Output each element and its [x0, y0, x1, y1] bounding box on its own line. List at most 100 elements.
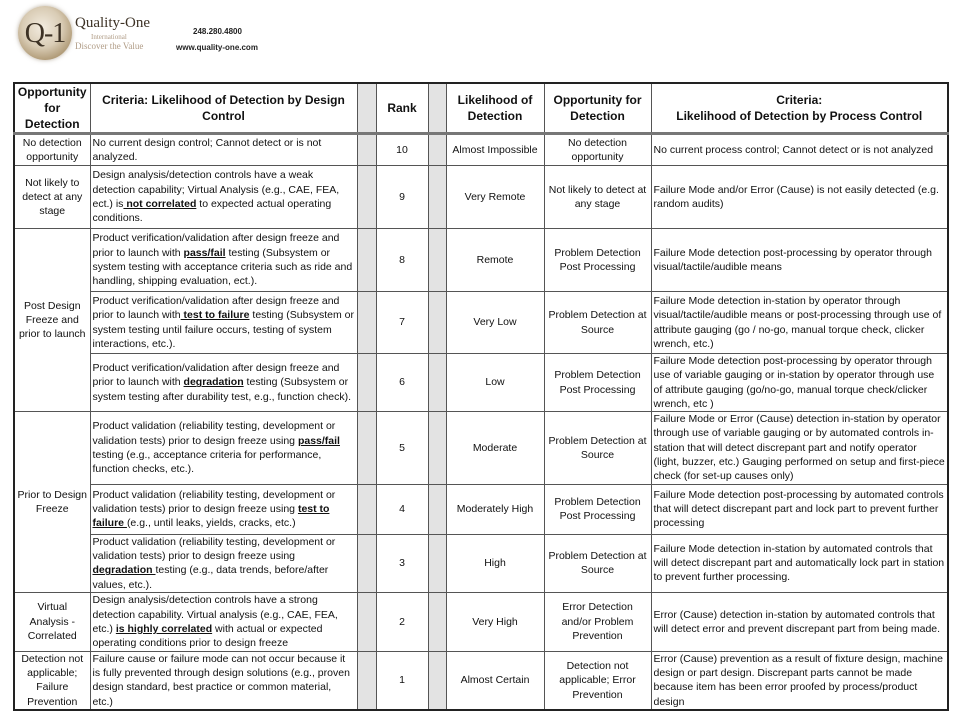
criteria-process-cell: Failure Mode or Error (Cause) detection …	[650, 411, 949, 485]
criteria-process-cell: Error (Cause) detection in-station by au…	[650, 591, 949, 652]
opportunity-process-cell: Problem Detection Post Processing	[543, 228, 652, 292]
criteria-process-line2: Likelihood of Detection by Process Contr…	[676, 109, 923, 123]
criteria-design-cell: Product verification/validation after de…	[89, 352, 358, 413]
gray-spacer	[356, 165, 377, 229]
criteria-process-cell: Failure Mode detection post-processing b…	[650, 228, 949, 292]
gray-spacer	[427, 291, 447, 354]
rank-cell: 4	[375, 483, 429, 535]
table-row: No detection opportunity No current desi…	[13, 133, 949, 166]
opportunity-design-cell: Post Design Freeze and prior to launch	[13, 227, 91, 413]
gray-spacer	[427, 228, 447, 292]
opportunity-process-cell: Problem Detection Post Processing	[543, 352, 652, 413]
rank-cell: 2	[375, 591, 429, 652]
criteria-text: Product validation (reliability testing,…	[92, 535, 336, 562]
criteria-design-cell: Product verification/validation after de…	[89, 291, 358, 354]
criteria-design-cell: Product validation (reliability testing,…	[89, 533, 358, 593]
criteria-design-cell: Product validation (reliability testing,…	[89, 411, 358, 485]
likelihood-cell: Very High	[445, 591, 545, 652]
likelihood-cell: Low	[445, 352, 545, 413]
criteria-keyword: degradation	[183, 376, 244, 389]
criteria-design-cell: Product verification/validation after de…	[89, 228, 358, 292]
gray-spacer	[356, 82, 377, 135]
gray-spacer	[427, 352, 447, 413]
rank-cell: 1	[375, 650, 429, 711]
criteria-text: testing (e.g., acceptance criteria for p…	[92, 448, 322, 476]
likelihood-cell: High	[445, 533, 545, 593]
rank-cell: 3	[375, 533, 429, 593]
company-logo: Q-1 Quality-One International Discover t…	[18, 6, 258, 62]
opportunity-design-cell: Not likely to detect at any stage	[13, 165, 91, 229]
gray-spacer	[356, 533, 377, 593]
gray-spacer	[356, 228, 377, 292]
likelihood-cell: Almost Certain	[445, 650, 545, 711]
col-header-criteria-process: Criteria: Likelihood of Detection by Pro…	[650, 82, 949, 135]
opportunity-design-cell: Detection not applicable; Failure Preven…	[13, 650, 91, 711]
rank-cell: 5	[375, 411, 429, 485]
criteria-keyword: is highly correlated	[115, 622, 213, 635]
rank-cell: 9	[375, 165, 429, 229]
gray-spacer	[427, 165, 447, 229]
criteria-process-cell: Failure Mode detection in-station by ope…	[650, 291, 949, 354]
gray-spacer	[427, 533, 447, 593]
col-header-opportunity-process: Opportunity for Detection	[543, 82, 652, 135]
criteria-keyword: pass/fail	[183, 246, 226, 259]
col-header-likelihood: Likelihood of Detection	[445, 82, 545, 135]
criteria-design-cell: No current design control; Cannot detect…	[89, 133, 358, 166]
table-header-row: Opportunity for Detection Criteria: Like…	[13, 82, 949, 135]
brand-name: Quality-One	[75, 15, 150, 31]
gray-spacer	[356, 591, 377, 652]
criteria-design-cell: Design analysis/detection controls have …	[89, 165, 358, 229]
opportunity-process-cell: Problem Detection Post Processing	[543, 483, 652, 535]
gray-spacer	[427, 133, 447, 166]
criteria-text: No current design control; Cannot detect…	[92, 136, 322, 163]
gray-spacer	[427, 82, 447, 135]
detection-ranking-table: Opportunity for Detection Criteria: Like…	[13, 82, 949, 712]
brand-subtitle: International	[91, 33, 127, 41]
criteria-process-cell: Failure Mode and/or Error (Cause) is not…	[650, 165, 949, 229]
table-row: Product validation (reliability testing,…	[14, 483, 949, 535]
logo-mark: Q-1	[24, 18, 67, 49]
contact-website[interactable]: www.quality-one.com	[176, 43, 258, 52]
table-row: Virtual Analysis - Correlated Design ana…	[13, 591, 949, 652]
opportunity-design-cell: Prior to Design Freeze	[13, 411, 91, 593]
criteria-process-cell: Failure Mode detection post-processing b…	[650, 483, 949, 535]
criteria-design-cell: Design analysis/detection controls have …	[89, 591, 358, 652]
likelihood-cell: Very Remote	[445, 165, 545, 229]
opportunity-process-cell: Problem Detection at Source	[543, 533, 652, 593]
likelihood-cell: Remote	[445, 228, 545, 292]
gray-spacer	[427, 483, 447, 535]
col-header-rank: Rank	[375, 82, 429, 135]
gray-spacer	[356, 291, 377, 354]
gray-spacer	[427, 650, 447, 711]
col-header-opportunity-design: Opportunity for Detection	[13, 82, 91, 135]
criteria-design-cell: Failure cause or failure mode can not oc…	[89, 650, 358, 711]
criteria-keyword: test to failure	[180, 309, 250, 322]
opportunity-design-cell: Virtual Analysis - Correlated	[13, 591, 91, 652]
brand-tagline: Discover the Value	[75, 41, 144, 51]
gray-spacer	[356, 411, 377, 485]
table-row: Detection not applicable; Failure Preven…	[13, 650, 949, 711]
criteria-text: (e.g., until leaks, yields, cracks, etc.…	[126, 517, 296, 530]
opportunity-process-cell: Detection not applicable; Error Preventi…	[543, 650, 652, 711]
criteria-process-cell: Failure Mode detection in-station by aut…	[650, 533, 949, 593]
likelihood-cell: Almost Impossible	[445, 133, 545, 166]
criteria-process-cell: Failure Mode detection post-processing b…	[650, 352, 949, 413]
criteria-keyword: pass/fail	[297, 434, 340, 447]
criteria-keyword: not correlated	[123, 198, 197, 210]
contact-phone: 248.280.4800	[193, 27, 242, 36]
rank-cell: 6	[375, 352, 429, 413]
gray-spacer	[356, 483, 377, 535]
opportunity-design-cell: No detection opportunity	[13, 133, 91, 166]
criteria-process-cell: Error (Cause) prevention as a result of …	[650, 650, 949, 711]
table-row: Post Design Freeze and prior to launch P…	[13, 227, 949, 413]
likelihood-cell: Very Low	[445, 291, 545, 354]
rank-cell: 7	[375, 291, 429, 354]
table-row: Not likely to detect at any stage Design…	[13, 165, 949, 229]
table-row: Product validation (reliability testing,…	[14, 533, 949, 593]
opportunity-process-cell: Problem Detection at Source	[543, 411, 652, 485]
criteria-text: Failure cause or failure mode can not oc…	[92, 652, 350, 708]
criteria-design-cell: Product validation (reliability testing,…	[89, 483, 358, 535]
opportunity-process-cell: Error Detection and/or Problem Preventio…	[543, 591, 652, 652]
table-row: Product verification/validation after de…	[14, 352, 949, 413]
gray-spacer	[356, 352, 377, 413]
